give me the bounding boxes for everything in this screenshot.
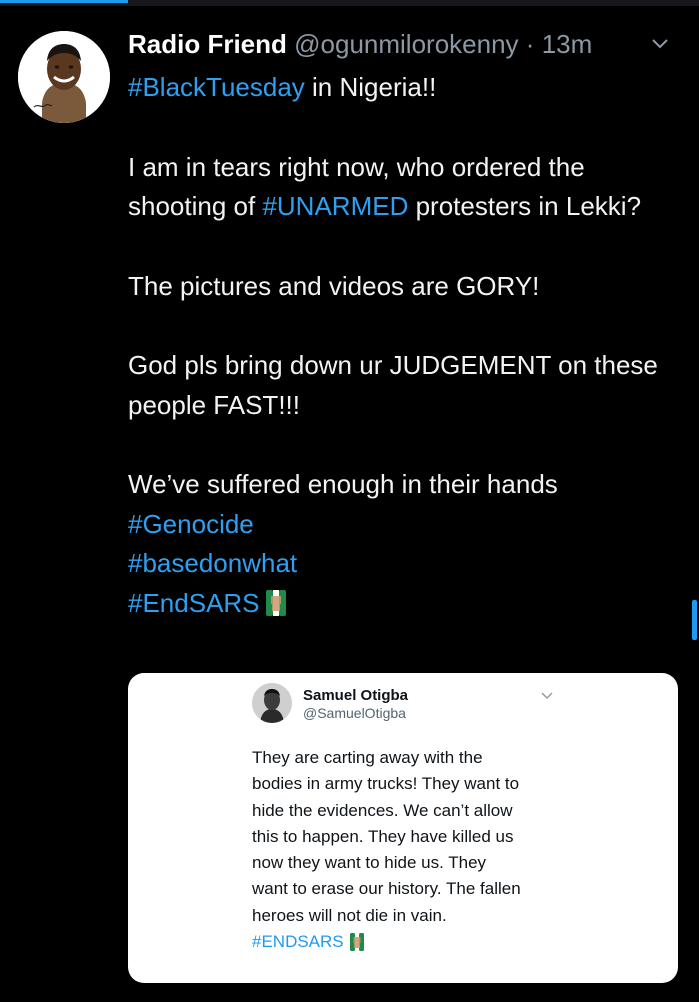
tweet-paragraph-1: I am in tears right now, who ordered the… [128,148,668,227]
tweet-paragraph-4: We’ve suffered enough in their hands [128,469,558,499]
scrollbar-thumb[interactable] [692,600,697,640]
embedded-line: heroes will not die in vain. [252,905,447,925]
tweet-header: Radio Friend @ogunmilorokenny · 13m [128,27,592,61]
hashtag-endsars[interactable]: #EndSARS [128,588,260,618]
author-photo-icon [18,31,110,123]
hashtag-blacktuesday[interactable]: #BlackTuesday [128,72,305,102]
embedded-line: want to erase our history. The fallen [252,879,521,899]
chevron-down-icon[interactable] [650,34,670,54]
embedded-line: bodies in army trucks! They want to [252,774,520,794]
tweet-text: #BlackTuesday in Nigeria!! I am in tears… [128,68,668,623]
embedded-hashtag-endsars: #ENDSARS [252,932,344,952]
raised-fist-icon [265,589,286,616]
author-avatar[interactable] [18,31,110,123]
hashtag-basedonwhat[interactable]: #basedonwhat [128,548,297,578]
header-separator: · [525,29,535,59]
hashtag-unarmed[interactable]: #UNARMED [262,191,408,221]
embedded-author-photo-icon [252,683,292,723]
embedded-tweet-text: They are carting away with the bodies in… [252,745,572,955]
embedded-line: They are carting away with the [252,748,483,767]
timeline-top-divider [0,0,699,6]
embedded-line: now they want to hide us. They [252,853,487,873]
embedded-chevron-down-icon [541,692,553,699]
embedded-line: hide the evidences. We can’t allow [252,800,513,820]
tweet-paragraph-3: God pls bring down ur JUDGEMENT on these… [128,350,658,420]
author-display-name[interactable]: Radio Friend [128,29,287,59]
paragraph-1-text-end: protesters in Lekki? [408,191,642,221]
author-handle[interactable]: @ogunmilorokenny [294,29,518,59]
embedded-author-name: Samuel Otigba [303,687,409,704]
active-tab-indicator [0,0,128,3]
tweet-line-headline: #BlackTuesday in Nigeria!! [128,68,668,108]
headline-text: in Nigeria!! [304,72,437,102]
embedded-tweet-image[interactable]: Samuel Otigba @SamuelOtigba They are car… [128,673,678,983]
embedded-line: this to happen. They have killed us [252,826,514,846]
hashtag-genocide[interactable]: #Genocide [128,509,254,539]
tweet-timestamp[interactable]: 13m [542,29,593,59]
tweet-paragraph-2: The pictures and videos are GORY! [128,270,540,301]
raised-fist-icon [349,933,364,952]
embedded-author-handle: @SamuelOtigba [303,705,406,721]
embedded-author-avatar [252,683,292,723]
